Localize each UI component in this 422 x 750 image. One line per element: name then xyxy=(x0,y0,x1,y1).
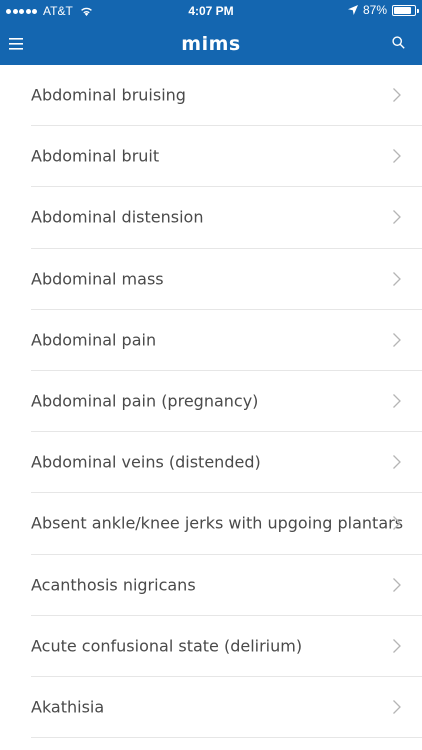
battery-icon xyxy=(392,4,419,16)
list-item[interactable]: Akathisia xyxy=(31,677,422,739)
location-arrow-icon xyxy=(347,5,358,15)
list-item[interactable]: Absent ankle/knee jerks with upgoing pla… xyxy=(31,493,422,555)
app-header: mims xyxy=(0,22,422,65)
carrier-label: AT&T xyxy=(43,4,73,18)
chevron-right-icon xyxy=(393,149,401,164)
battery-percent: 87% xyxy=(362,3,387,17)
chevron-right-icon xyxy=(393,577,401,592)
list-item[interactable]: Abdominal distension xyxy=(31,187,422,249)
list-item[interactable]: Abdominal pain (pregnancy) xyxy=(31,371,422,433)
list-item-label: Abdominal distension xyxy=(31,207,204,227)
chevron-right-icon xyxy=(393,700,401,714)
chevron-right-icon xyxy=(393,516,401,531)
list-item-label: Acute confusional state (delirium) xyxy=(31,636,303,656)
list-item[interactable]: Acute confusional state (delirium) xyxy=(31,616,422,677)
list-item[interactable]: Abdominal pain xyxy=(31,310,422,371)
chevron-right-icon xyxy=(393,210,401,225)
app-logo: mims xyxy=(181,33,241,55)
list-item[interactable]: Abdominal mass xyxy=(31,249,422,310)
list-item[interactable]: Acanthosis nigricans xyxy=(31,555,422,616)
list-item[interactable]: Abdominal bruit xyxy=(31,126,422,188)
chevron-right-icon xyxy=(393,638,401,653)
chevron-right-icon xyxy=(393,455,401,470)
chevron-right-icon xyxy=(393,88,401,103)
list-item[interactable]: Abdominal bruising xyxy=(31,65,422,127)
hamburger-menu-icon[interactable] xyxy=(9,34,29,54)
list-item-label: Acanthosis nigricans xyxy=(31,575,196,595)
chevron-right-icon xyxy=(393,332,401,347)
list-item-label: Akathisia xyxy=(31,697,105,717)
list-item-label: Abdominal veins (distended) xyxy=(31,452,261,472)
list-item-label: Abdominal bruising xyxy=(31,85,186,105)
chevron-right-icon xyxy=(393,394,401,408)
search-icon[interactable] xyxy=(392,34,412,54)
battery-fill xyxy=(394,6,412,14)
condition-list: Abdominal bruising Abdominal bruit Abdomin… xyxy=(0,65,422,739)
chevron-right-icon xyxy=(393,271,401,286)
list-item-label: Abdominal pain (pregnancy) xyxy=(31,391,259,411)
wifi-icon xyxy=(80,7,92,16)
list-item-label: Absent ankle/knee jerks with upgoing pla… xyxy=(31,513,404,533)
status-bar-left: AT&T xyxy=(6,4,93,18)
status-bar-right: 87% xyxy=(347,3,419,17)
signal-dots-icon xyxy=(6,8,37,14)
list-item[interactable]: Abdominal veins (distended) xyxy=(31,432,422,494)
list-item-label: Abdominal bruit xyxy=(31,146,160,166)
list-item-label: Abdominal mass xyxy=(31,269,164,289)
list-item-label: Abdominal pain xyxy=(31,330,157,350)
status-bar: AT&T 4:07 PM 87% xyxy=(0,0,422,22)
